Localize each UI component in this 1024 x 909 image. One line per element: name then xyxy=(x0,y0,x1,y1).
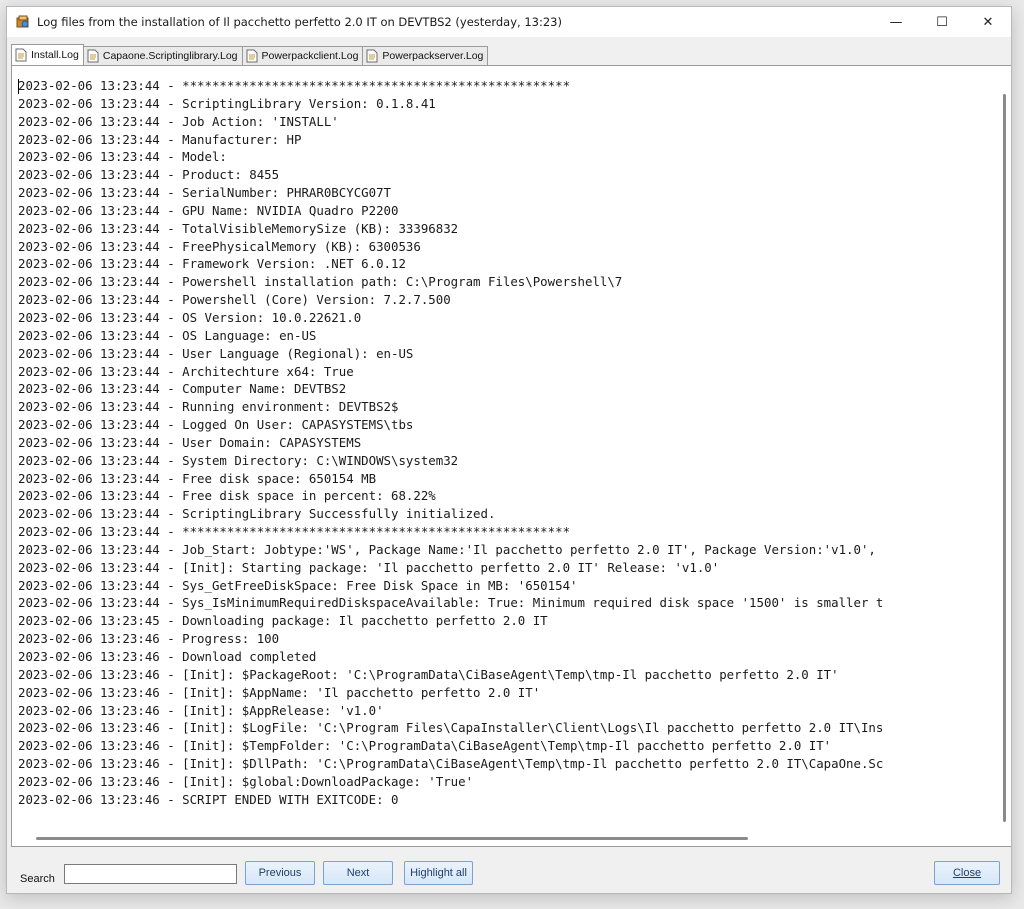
tab-capaone-scriptinglibrary-log[interactable]: Capaone.Scriptinglibrary.Log xyxy=(82,46,243,65)
tab-label: Powerpackserver.Log xyxy=(382,50,484,62)
log-line: 2023-02-06 13:23:44 - Manufacturer: HP xyxy=(18,131,302,147)
search-bar: Search Previous Next Highlight all Close xyxy=(7,847,1011,893)
tab-powerpackserver-log[interactable]: Powerpackserver.Log xyxy=(362,46,489,65)
log-line: 2023-02-06 13:23:44 - Free disk space in… xyxy=(18,488,436,504)
text-caret xyxy=(18,79,19,94)
log-line: 2023-02-06 13:23:44 - ******************… xyxy=(18,78,571,93)
app-icon xyxy=(15,14,31,30)
log-line: 2023-02-06 13:23:45 - Downloading packag… xyxy=(18,613,548,629)
maximize-button[interactable]: ☐ xyxy=(919,7,965,37)
log-line: 2023-02-06 13:23:44 - GPU Name: NVIDIA Q… xyxy=(18,202,399,218)
log-line: 2023-02-06 13:23:44 - Job Action: 'INSTA… xyxy=(18,113,339,129)
close-button[interactable]: Close xyxy=(934,861,1000,885)
log-lines: 2023-02-06 13:23:44 - ******************… xyxy=(18,77,994,824)
log-line: 2023-02-06 13:23:46 - SCRIPT ENDED WITH … xyxy=(18,791,399,807)
log-line: 2023-02-06 13:23:46 - [Init]: $DllPath: … xyxy=(18,756,884,772)
log-line: 2023-02-06 13:23:46 - [Init]: $LogFile: … xyxy=(18,720,884,736)
log-line: 2023-02-06 13:23:44 - User Domain: CAPAS… xyxy=(18,434,362,450)
log-line: 2023-02-06 13:23:44 - [Init]: Starting p… xyxy=(18,559,720,575)
log-text-area[interactable]: 2023-02-06 13:23:44 - ******************… xyxy=(11,65,1011,847)
log-line: 2023-02-06 13:23:44 - Sys_GetFreeDiskSpa… xyxy=(18,577,578,593)
log-line: 2023-02-06 13:23:46 - [Init]: $global:Do… xyxy=(18,773,474,789)
log-tabs: Install.Log Capaone.Scriptinglibrary.Log… xyxy=(11,44,489,65)
window-title: Log files from the installation of Il pa… xyxy=(37,15,562,29)
log-line: 2023-02-06 13:23:44 - TotalVisibleMemory… xyxy=(18,220,459,236)
log-line: 2023-02-06 13:23:44 - System Directory: … xyxy=(18,452,459,468)
log-line: 2023-02-06 13:23:44 - Framework Version:… xyxy=(18,256,406,272)
tab-powerpackclient-log[interactable]: Powerpackclient.Log xyxy=(241,46,364,65)
tab-label: Powerpackclient.Log xyxy=(261,50,359,62)
title-bar[interactable]: Log files from the installation of Il pa… xyxy=(7,7,1011,37)
log-line: 2023-02-06 13:23:44 - Powershell (Core) … xyxy=(18,292,451,308)
document-icon xyxy=(87,49,99,63)
log-line: 2023-02-06 13:23:46 - [Init]: $PackageRo… xyxy=(18,666,839,682)
log-line: 2023-02-06 13:23:46 - Progress: 100 xyxy=(18,631,280,647)
log-line: 2023-02-06 13:23:44 - OS Language: en-US xyxy=(18,327,317,343)
log-line: 2023-02-06 13:23:44 - SerialNumber: PHRA… xyxy=(18,185,391,201)
log-line: 2023-02-06 13:23:44 - Product: 8455 xyxy=(18,167,280,183)
horizontal-scroll-thumb[interactable] xyxy=(36,837,748,840)
log-line: 2023-02-06 13:23:44 - Sys_IsMinimumRequi… xyxy=(18,595,884,611)
document-icon xyxy=(366,49,378,63)
log-line: 2023-02-06 13:23:44 - Model: xyxy=(18,149,227,165)
tab-label: Install.Log xyxy=(31,49,79,61)
log-line: 2023-02-06 13:23:44 - Logged On User: CA… xyxy=(18,417,414,433)
log-line: 2023-02-06 13:23:44 - Job_Start: Jobtype… xyxy=(18,541,876,557)
vertical-scrollbar[interactable] xyxy=(998,80,1010,822)
log-line: 2023-02-06 13:23:46 - Download completed xyxy=(18,649,317,664)
log-line: 2023-02-06 13:23:44 - Architechture x64:… xyxy=(18,363,354,379)
log-line: 2023-02-06 13:23:46 - [Init]: $TempFolde… xyxy=(18,738,832,754)
log-line: 2023-02-06 13:23:44 - FreePhysicalMemory… xyxy=(18,238,421,254)
log-line: 2023-02-06 13:23:46 - [Init]: $AppName: … xyxy=(18,684,541,700)
window-controls: — ☐ ✕ xyxy=(873,7,1011,37)
log-line: 2023-02-06 13:23:44 - Powershell install… xyxy=(18,274,623,290)
log-line: 2023-02-06 13:23:44 - User Language (Reg… xyxy=(18,345,414,361)
log-line: 2023-02-06 13:23:44 - ******************… xyxy=(18,524,571,540)
maximize-icon: ☐ xyxy=(936,14,948,30)
vertical-scroll-thumb[interactable] xyxy=(1003,94,1006,822)
log-viewer-window: Log files from the installation of Il pa… xyxy=(6,6,1012,894)
log-line: 2023-02-06 13:23:44 - OS Version: 10.0.2… xyxy=(18,309,362,325)
highlight-all-button[interactable]: Highlight all xyxy=(404,861,473,885)
log-line: 2023-02-06 13:23:44 - Computer Name: DEV… xyxy=(18,381,347,397)
tab-install-log[interactable]: Install.Log xyxy=(11,44,84,65)
log-line: 2023-02-06 13:23:44 - Running environmen… xyxy=(18,399,399,415)
search-input[interactable] xyxy=(64,864,237,884)
minimize-button[interactable]: — xyxy=(873,7,919,37)
log-line: 2023-02-06 13:23:44 - ScriptingLibrary V… xyxy=(18,95,436,111)
log-line: 2023-02-06 13:23:46 - [Init]: $AppReleas… xyxy=(18,702,384,718)
minimize-icon: — xyxy=(889,14,903,30)
horizontal-scrollbar[interactable] xyxy=(12,832,998,844)
close-window-button[interactable]: ✕ xyxy=(965,7,1011,37)
log-line: 2023-02-06 13:23:44 - ScriptingLibrary S… xyxy=(18,506,496,522)
document-icon xyxy=(246,49,258,63)
tab-label: Capaone.Scriptinglibrary.Log xyxy=(102,50,238,62)
document-icon xyxy=(15,48,27,62)
previous-button[interactable]: Previous xyxy=(245,861,315,885)
search-label: Search xyxy=(20,873,55,885)
next-button[interactable]: Next xyxy=(323,861,393,885)
log-line: 2023-02-06 13:23:44 - Free disk space: 6… xyxy=(18,470,377,486)
close-icon: ✕ xyxy=(982,14,994,30)
